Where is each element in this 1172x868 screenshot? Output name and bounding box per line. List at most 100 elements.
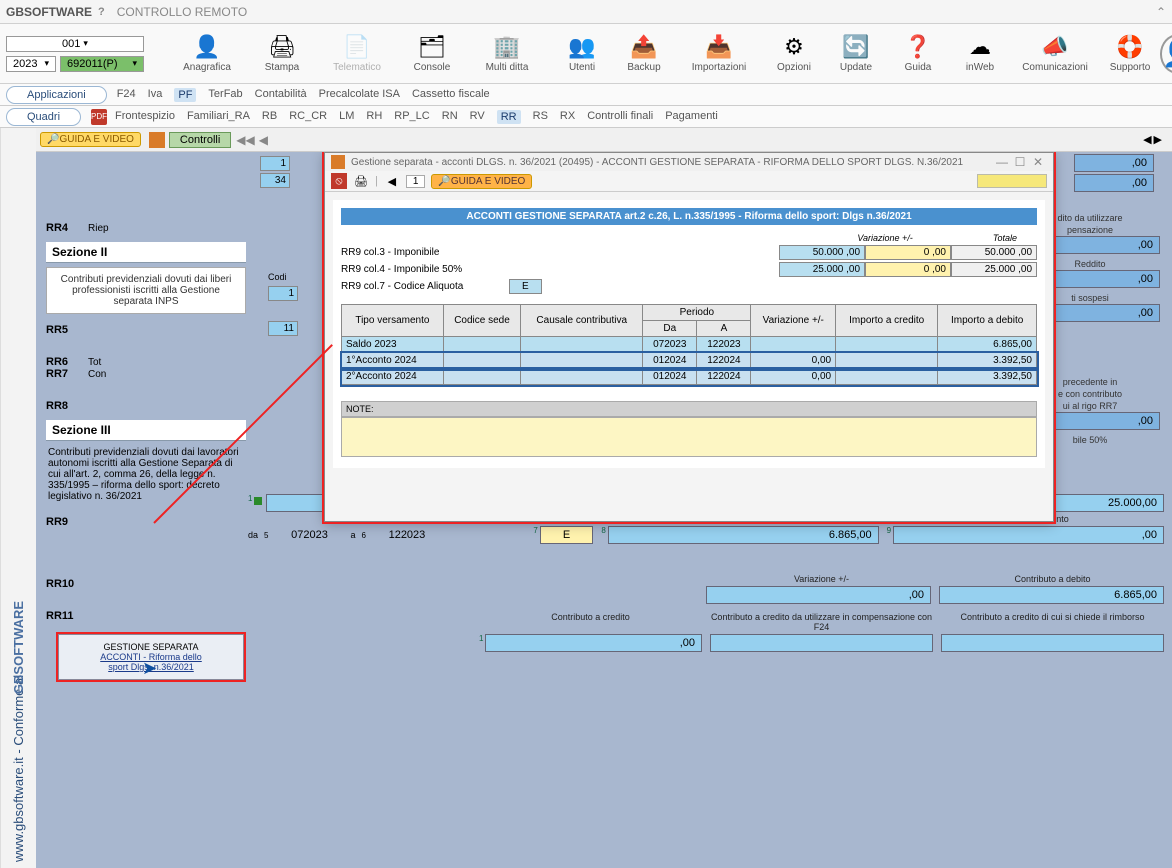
tab-terfab[interactable]: TerFab	[208, 88, 242, 102]
comunicazioni-icon: 📣	[1041, 34, 1068, 60]
popup-min[interactable]: —	[993, 155, 1011, 169]
rr11-credito[interactable]: ,00	[485, 634, 702, 652]
popup-row2-base: 25.000 ,00	[779, 262, 865, 277]
code-select[interactable]: 692011(P)▾	[60, 56, 144, 72]
popup-ali-val: E	[509, 279, 542, 294]
quadri-button[interactable]: Quadri	[6, 108, 81, 126]
popup-row1-lbl: RR9 col.3 - Imponibile	[341, 247, 501, 258]
stampa-button[interactable]: 🖨Stampa	[252, 32, 312, 75]
opzioni-button[interactable]: ⚙Opzioni	[764, 32, 824, 75]
tab-frontespizio[interactable]: Frontespizio	[115, 110, 175, 124]
guida-icon: ❓	[904, 34, 931, 60]
popup-grid: Tipo versamento Codice sede Causale cont…	[341, 304, 1037, 385]
pdf-icon[interactable]: PDF	[91, 109, 107, 125]
anagrafica-button[interactable]: 👤Anagrafica	[164, 32, 250, 75]
rr5-label: RR5	[46, 324, 82, 336]
tab-rx[interactable]: RX	[560, 110, 575, 124]
rr11-label: RR11	[46, 610, 82, 622]
sezione3-title: Sezione III	[46, 420, 246, 441]
tab-rb[interactable]: RB	[262, 110, 277, 124]
right-val-0a: ,00	[1074, 154, 1154, 172]
rr11-f24[interactable]	[710, 634, 933, 652]
rr4-label: RR4	[46, 222, 82, 234]
page-next[interactable]: ▶	[1154, 133, 1162, 146]
popup-prev-icon[interactable]: ◀	[384, 173, 400, 189]
rr9-da[interactable]: 072023	[274, 527, 344, 543]
popup-row2-tot: 25.000 ,00	[951, 262, 1037, 277]
inweb-button[interactable]: ☁inWeb	[950, 32, 1010, 75]
rr10-var[interactable]: ,00	[706, 586, 931, 604]
rr9-label: RR9	[46, 516, 82, 528]
grid-row[interactable]: 1°Acconto 20240120241220240,003.392,50	[342, 353, 1037, 369]
comunicazioni-button[interactable]: 📣Comunicazioni	[1012, 32, 1098, 75]
nav-prev[interactable]: ◀	[258, 133, 269, 147]
rr9-aliquota[interactable]: E	[540, 526, 594, 544]
tab-precalcolate-isa[interactable]: Precalcolate ISA	[319, 88, 400, 102]
guida-button[interactable]: ❓Guida	[888, 32, 948, 75]
rr11-rimb[interactable]	[941, 634, 1164, 652]
tab-lm[interactable]: LM	[339, 110, 354, 124]
doc-icon[interactable]	[149, 132, 165, 148]
remote-link[interactable]: CONTROLLO REMOTO	[117, 5, 247, 19]
popup-max[interactable]: ☐	[1011, 155, 1029, 169]
popup-close[interactable]: ✕	[1029, 155, 1047, 169]
console-button[interactable]: 🗂Console	[402, 32, 462, 75]
telematico-button[interactable]: 📄Telematico	[314, 32, 400, 75]
sezione2-title: Sezione II	[46, 242, 246, 263]
vertical-brand: www.gbsoftware.it - Conforme al GBSOFTWA…	[0, 128, 36, 868]
tab-iva[interactable]: Iva	[148, 88, 163, 102]
tab-controlli-finali[interactable]: Controlli finali	[587, 110, 653, 124]
rr5-input2[interactable]: 11	[268, 321, 298, 336]
tab-pagamenti[interactable]: Pagamenti	[665, 110, 718, 124]
popup-guida-button[interactable]: 🔎GUIDA E VIDEO	[431, 174, 532, 189]
rr9-acconto[interactable]: ,00	[893, 526, 1164, 544]
supporto-button[interactable]: 🛟Supporto	[1100, 32, 1160, 75]
nav-first[interactable]: ◀◀	[235, 133, 255, 147]
grid-row[interactable]: Saldo 20230720231220236.865,00	[342, 337, 1037, 353]
popup-print-icon[interactable]: 🖨	[353, 173, 369, 189]
tab-f24[interactable]: F24	[117, 88, 136, 102]
update-button[interactable]: 🔄Update	[826, 32, 886, 75]
popup-note-textarea[interactable]	[341, 417, 1037, 457]
tab-familiari-ra[interactable]: Familiari_RA	[187, 110, 250, 124]
tab-rp-lc[interactable]: RP_LC	[394, 110, 429, 124]
tab-rr[interactable]: RR	[497, 110, 521, 124]
opzioni-icon: ⚙	[784, 34, 804, 60]
telematico-icon: 📄	[343, 34, 370, 60]
controlli-tab[interactable]: Controlli	[169, 132, 231, 148]
applicazioni-button[interactable]: Applicazioni	[6, 86, 107, 104]
multiditta-button[interactable]: 🏢Multi ditta	[464, 32, 550, 75]
popup-yellow-field[interactable]	[977, 174, 1047, 188]
app-title: GBSOFTWARE	[6, 5, 92, 19]
help-icon[interactable]: ?	[98, 6, 105, 18]
tab-rh[interactable]: RH	[366, 110, 382, 124]
ditta-select[interactable]: 001▾	[6, 36, 144, 52]
grid-row[interactable]: 2°Acconto 20240120241220240,003.392,50	[342, 369, 1037, 385]
tab-rv[interactable]: RV	[470, 110, 485, 124]
right-val-0b: ,00	[1074, 174, 1154, 192]
collapse-icon[interactable]: ⌃	[1156, 5, 1166, 19]
rr5-input1[interactable]: 1	[268, 286, 298, 301]
popup-header-band: ACCONTI GESTIONE SEPARATA art.2 c.26, L.…	[341, 208, 1037, 225]
rr9-dovuto[interactable]: 6.865,00	[608, 526, 879, 544]
popup-row2-var[interactable]: 0 ,00	[865, 262, 951, 277]
tab-rs[interactable]: RS	[533, 110, 548, 124]
rr10-debito[interactable]: 6.865,00	[939, 586, 1164, 604]
guida-video-button[interactable]: 🔎GUIDA E VIDEO	[40, 132, 141, 147]
backup-button[interactable]: 📤Backup	[614, 32, 674, 75]
utenti-button[interactable]: 👥Utenti	[552, 32, 612, 75]
tab-pf[interactable]: PF	[174, 88, 196, 102]
avatar[interactable]: 👤	[1160, 34, 1172, 74]
page-prev[interactable]: ◀	[1143, 133, 1151, 146]
popup-row1-var[interactable]: 0 ,00	[865, 245, 951, 260]
tab-cassetto-fiscale[interactable]: Cassetto fiscale	[412, 88, 490, 102]
tab-rn[interactable]: RN	[442, 110, 458, 124]
rr9-a[interactable]: 122023	[372, 527, 442, 543]
stampa-icon: 🖨	[268, 34, 296, 60]
tab-rc-cr[interactable]: RC_CR	[289, 110, 327, 124]
tab-contabilit-[interactable]: Contabilità	[255, 88, 307, 102]
popup-stop-icon[interactable]: ⦸	[331, 173, 347, 189]
importazioni-button[interactable]: 📥Importazioni	[676, 32, 762, 75]
codi-label: Codi	[268, 272, 298, 282]
year-select[interactable]: 2023▾	[6, 56, 56, 72]
